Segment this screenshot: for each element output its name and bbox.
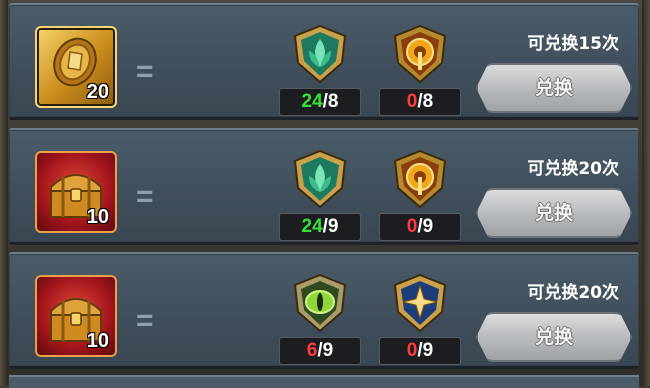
exchange-button[interactable]: 兑换: [476, 312, 632, 362]
reward-quantity: 10: [86, 206, 109, 228]
cost-item-1[interactable]: [287, 23, 353, 85]
cost-count-2: 0/9: [379, 337, 461, 365]
exchange-limit-text: 可兑换20次: [527, 283, 619, 303]
required-amount: /9: [417, 216, 434, 237]
exchange-limit-text: 可兑换20次: [527, 159, 619, 179]
owned-amount: 0: [406, 340, 418, 361]
cost-count-2: 0/9: [379, 213, 461, 241]
next-row-edge: [9, 375, 639, 388]
exchange-limit-text: 可兑换15次: [527, 34, 619, 54]
owned-amount: 6: [306, 340, 318, 361]
cost-item-2[interactable]: [387, 272, 453, 334]
exchange-button[interactable]: 兑换: [476, 188, 632, 238]
owned-amount: 24: [301, 216, 323, 237]
cost-item-2[interactable]: [387, 148, 453, 210]
required-amount: /8: [322, 91, 339, 112]
reward-item-gold-coin[interactable]: 20: [35, 26, 117, 108]
exchange-row: 10 = 6/9 0/9 可兑换20次 兑换: [9, 252, 639, 369]
green-leaf-emblem-icon: [293, 149, 347, 209]
left-frame-rail: [0, 0, 8, 386]
equals-sign: =: [136, 55, 154, 88]
reward-quantity: 20: [86, 81, 109, 103]
equals-sign: =: [136, 304, 154, 337]
exchange-row: 20 = 24/8 0/8 可兑换15次 兑换: [9, 3, 639, 120]
cost-item-2[interactable]: [387, 23, 453, 85]
required-amount: /8: [417, 91, 434, 112]
required-amount: /9: [317, 340, 334, 361]
right-frame-rail: [642, 0, 650, 386]
exchange-row: 10 = 24/9 0/9 可兑换20次 兑换: [9, 128, 639, 245]
cost-count-2: 0/8: [379, 88, 461, 116]
orange-ring-emblem-icon: [393, 149, 447, 209]
cost-count-1: 6/9: [279, 337, 361, 365]
owned-amount: 24: [301, 91, 323, 112]
cost-count-1: 24/9: [279, 213, 361, 241]
cost-item-1[interactable]: [287, 148, 353, 210]
reward-quantity: 10: [86, 330, 109, 352]
reward-item-gold-chest[interactable]: 10: [35, 151, 117, 233]
green-eye-emblem-icon: [293, 273, 347, 333]
cost-count-1: 24/8: [279, 88, 361, 116]
cost-item-1[interactable]: [287, 272, 353, 334]
exchange-button[interactable]: 兑换: [476, 63, 632, 113]
green-leaf-emblem-icon: [293, 24, 347, 84]
orange-ring-emblem-icon: [393, 24, 447, 84]
reward-item-gold-chest[interactable]: 10: [35, 275, 117, 357]
required-amount: /9: [417, 340, 434, 361]
owned-amount: 0: [406, 216, 418, 237]
required-amount: /9: [322, 216, 339, 237]
equals-sign: =: [136, 180, 154, 213]
owned-amount: 0: [406, 91, 418, 112]
blue-star-emblem-icon: [393, 273, 447, 333]
